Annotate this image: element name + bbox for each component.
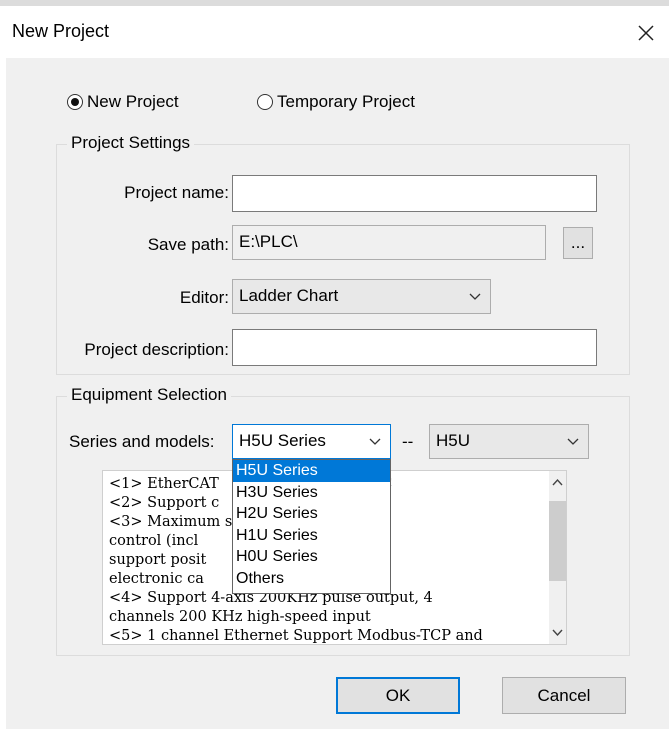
series-option[interactable]: Others [233, 568, 390, 590]
series-option[interactable]: H0U Series [233, 546, 390, 568]
series-option[interactable]: H3U Series [233, 482, 390, 504]
ok-button[interactable]: OK [336, 677, 460, 714]
project-settings-legend: Project Settings [67, 133, 195, 153]
window-title: New Project [12, 21, 110, 41]
save-path-field[interactable]: E:\PLC\ [232, 225, 546, 260]
dialog-body: New Project Temporary Project Project Se… [6, 58, 669, 729]
series-model-separator: -- [402, 432, 414, 451]
editor-select-value: Ladder Chart [239, 286, 339, 305]
equipment-selection-legend: Equipment Selection [67, 385, 231, 405]
project-description-label: Project description: [84, 340, 229, 359]
save-path-label: Save path: [147, 235, 229, 254]
close-icon [638, 25, 654, 41]
series-option[interactable]: H5U Series [233, 460, 390, 482]
cancel-button[interactable]: Cancel [502, 677, 626, 714]
model-select[interactable]: H5U [429, 424, 589, 459]
series-option[interactable]: H2U Series [233, 503, 390, 525]
scrollbar-thumb[interactable] [549, 501, 566, 581]
title-bar: New Project [0, 6, 669, 58]
editor-label: Editor: [179, 288, 229, 307]
browse-button[interactable]: ... [563, 227, 593, 259]
description-scrollbar[interactable] [549, 471, 566, 644]
editor-select[interactable]: Ladder Chart [232, 279, 491, 314]
new-project-radio-label: New Project [87, 92, 179, 111]
series-select[interactable]: H5U Series [232, 424, 391, 459]
new-project-radio[interactable]: New Project [67, 92, 179, 112]
scroll-down-icon[interactable] [551, 626, 564, 639]
series-models-label: Series and models: [69, 432, 215, 451]
project-settings-group: Project Settings Project name: Save path… [56, 133, 630, 375]
series-select-value: H5U Series [239, 431, 326, 450]
equipment-selection-group: Equipment Selection Series and models: H… [56, 385, 630, 656]
chevron-down-icon [567, 438, 579, 445]
chevron-down-icon [469, 293, 481, 300]
radio-unchecked-icon [257, 94, 273, 110]
series-option[interactable]: H1U Series [233, 525, 390, 547]
temporary-project-radio-label: Temporary Project [277, 92, 415, 111]
radio-checked-icon [67, 94, 83, 110]
project-description-input[interactable] [232, 329, 597, 366]
temporary-project-radio[interactable]: Temporary Project [257, 92, 415, 112]
series-dropdown-list[interactable]: H5U Series H3U Series H2U Series H1U Ser… [232, 459, 391, 594]
scroll-up-icon[interactable] [551, 476, 564, 489]
model-select-value: H5U [436, 431, 471, 450]
project-name-input[interactable] [232, 175, 597, 212]
close-button[interactable] [631, 18, 661, 48]
chevron-down-icon [369, 438, 381, 445]
project-name-label: Project name: [124, 183, 229, 202]
